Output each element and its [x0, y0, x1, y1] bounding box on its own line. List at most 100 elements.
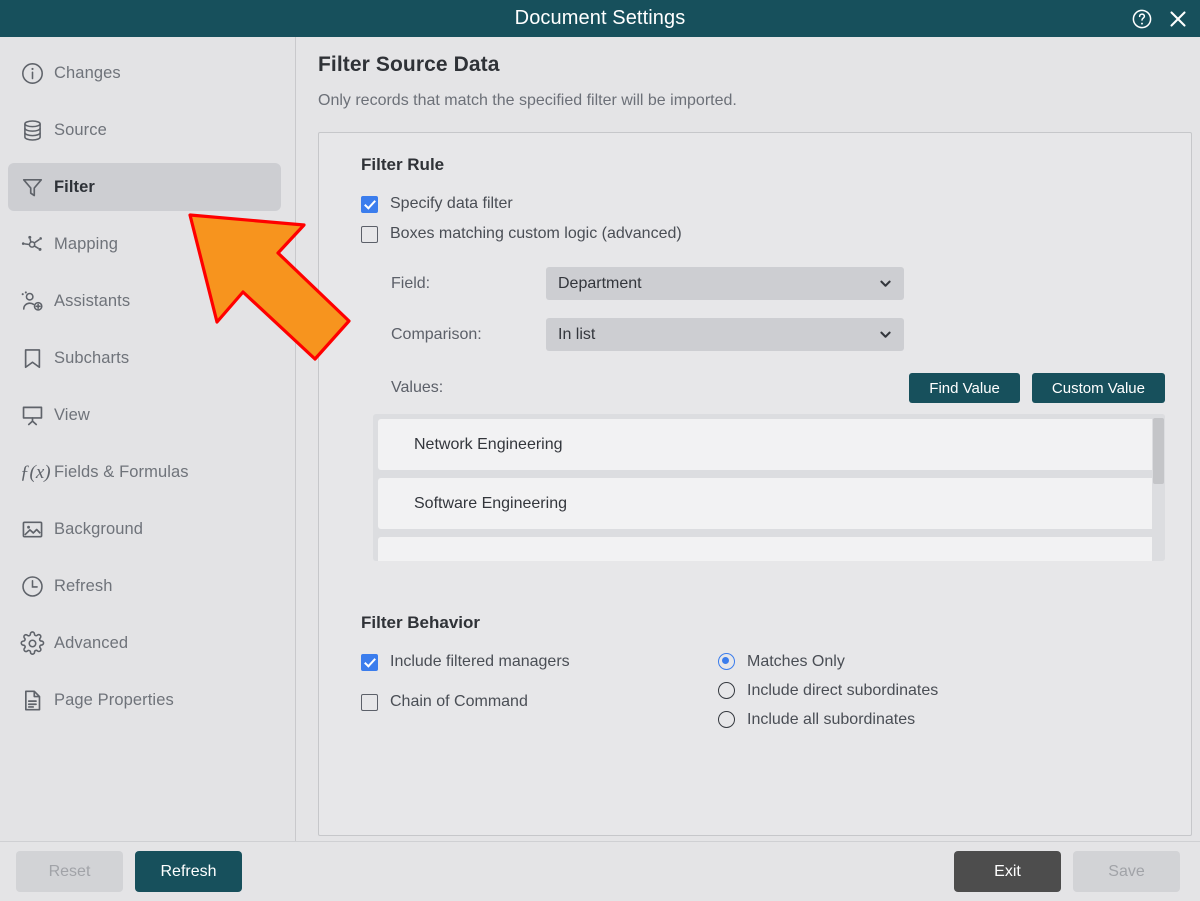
include-filtered-managers-row[interactable]: Include filtered managers [361, 647, 718, 677]
radio-include-direct-subordinates[interactable]: Include direct subordinates [718, 676, 1165, 705]
chain-of-command-checkbox[interactable] [361, 693, 378, 711]
values-list[interactable]: Network Engineering Software Engineering [373, 414, 1165, 561]
values-list-scrollbar-thumb[interactable] [1153, 418, 1164, 484]
nodes-icon [20, 232, 54, 257]
radio-include-all-subordinates[interactable]: Include all subordinates [718, 705, 1165, 734]
comparison-select[interactable]: In list [546, 318, 904, 351]
sidebar-item-label: Changes [54, 63, 121, 82]
sidebar-item-refresh[interactable]: Refresh [8, 562, 281, 610]
exit-button[interactable]: Exit [954, 851, 1061, 892]
comparison-row: Comparison: In list [361, 318, 1165, 351]
sidebar-item-changes[interactable]: Changes [8, 49, 281, 97]
specify-data-filter-checkbox-row[interactable]: Specify data filter [361, 189, 1165, 219]
image-icon [20, 517, 54, 542]
help-circle-icon[interactable] [1130, 7, 1154, 31]
radio-include-direct-subordinates-label: Include direct subordinates [747, 681, 939, 699]
sidebar-item-mapping[interactable]: Mapping [8, 220, 281, 268]
list-item[interactable]: Network Engineering [378, 419, 1160, 470]
chevron-down-icon [879, 328, 892, 341]
include-filtered-managers-label: Include filtered managers [390, 653, 570, 670]
sidebar: Changes Source Filter Mapping Assistants… [0, 37, 296, 841]
settings-panel: Filter Rule Specify data filter Boxes ma… [318, 132, 1192, 836]
sidebar-item-view[interactable]: View [8, 391, 281, 439]
custom-logic-checkbox[interactable] [361, 225, 378, 243]
save-button[interactable]: Save [1073, 851, 1180, 892]
dialog-body: Changes Source Filter Mapping Assistants… [0, 37, 1200, 841]
specify-data-filter-checkbox[interactable] [361, 195, 378, 213]
radio-include-all-subordinates-label: Include all subordinates [747, 710, 916, 728]
sidebar-item-label: Refresh [54, 576, 113, 595]
radio-include-direct-subordinates-control[interactable] [718, 682, 735, 699]
page-title: Filter Source Data [318, 53, 500, 76]
values-list-scrollbar[interactable] [1152, 414, 1165, 561]
sidebar-item-label: Page Properties [54, 690, 174, 709]
info-circle-icon [20, 61, 54, 86]
sidebar-item-background[interactable]: Background [8, 505, 281, 553]
sidebar-item-source[interactable]: Source [8, 106, 281, 154]
sidebar-item-label: Advanced [54, 633, 129, 652]
document-settings-dialog: Document Settings Changes Source Filter … [0, 0, 1200, 901]
page-subtitle: Only records that match the specified fi… [318, 92, 737, 109]
sidebar-item-fields-formulas[interactable]: ƒ(x) Fields & Formulas [8, 448, 281, 496]
chain-of-command-label: Chain of Command [390, 693, 528, 710]
dialog-footer: Reset Refresh Exit Save [0, 841, 1200, 901]
sidebar-item-label: Background [54, 519, 144, 538]
database-icon [20, 118, 54, 143]
presentation-icon [20, 403, 54, 428]
sidebar-item-label: View [54, 405, 90, 424]
include-filtered-managers-checkbox[interactable] [361, 653, 378, 671]
specify-data-filter-label: Specify data filter [390, 195, 513, 212]
sidebar-item-label: Assistants [54, 291, 131, 310]
list-item[interactable]: Software Engineering [378, 478, 1160, 529]
sidebar-item-label: Subcharts [54, 348, 130, 367]
close-icon[interactable] [1166, 7, 1190, 31]
chevron-down-icon [879, 277, 892, 290]
field-select-value: Department [558, 274, 642, 292]
clock-icon [20, 574, 54, 599]
window-buttons [1130, 0, 1190, 37]
filter-behavior-section: Filter Behavior Include filtered manager… [361, 613, 1165, 734]
window-title: Document Settings [514, 7, 686, 29]
sidebar-item-page-properties[interactable]: Page Properties [8, 676, 281, 724]
field-row: Field: Department [361, 267, 1165, 300]
comparison-label: Comparison: [391, 325, 482, 343]
radio-matches-only-label: Matches Only [747, 652, 845, 670]
refresh-button[interactable]: Refresh [135, 851, 242, 892]
filter-rule-section: Filter Rule Specify data filter Boxes ma… [361, 155, 1165, 561]
sidebar-item-assistants[interactable]: Assistants [8, 277, 281, 325]
radio-matches-only[interactable]: Matches Only [718, 647, 1165, 676]
sidebar-item-label: Mapping [54, 234, 118, 253]
reset-button[interactable]: Reset [16, 851, 123, 892]
user-add-icon [20, 289, 54, 314]
filter-behavior-columns: Include filtered managers Chain of Comma… [361, 647, 1165, 734]
sidebar-item-subcharts[interactable]: Subcharts [8, 334, 281, 382]
title-bar: Document Settings [0, 0, 1200, 37]
custom-logic-checkbox-row[interactable]: Boxes matching custom logic (advanced) [361, 219, 1165, 249]
gear-icon [20, 630, 54, 656]
comparison-select-value: In list [558, 325, 596, 343]
main-content: Filter Source Data Only records that mat… [296, 37, 1200, 841]
sidebar-item-filter[interactable]: Filter [8, 163, 281, 211]
field-label: Field: [391, 274, 431, 292]
values-row: Values: Find Value Custom Value [361, 373, 1165, 403]
filter-behavior-checkboxes: Include filtered managers Chain of Comma… [361, 647, 718, 734]
radio-include-all-subordinates-control[interactable] [718, 711, 735, 728]
document-icon [20, 688, 54, 713]
chain-of-command-row[interactable]: Chain of Command [361, 687, 718, 717]
find-value-button[interactable]: Find Value [909, 373, 1020, 403]
sidebar-item-label: Source [54, 120, 107, 139]
custom-value-button[interactable]: Custom Value [1031, 373, 1165, 403]
filter-behavior-radios: Matches Only Include direct subordinates… [718, 647, 1165, 734]
filter-behavior-title: Filter Behavior [361, 613, 481, 632]
list-item[interactable] [378, 537, 1160, 561]
field-select[interactable]: Department [546, 267, 904, 300]
custom-logic-label: Boxes matching custom logic (advanced) [390, 225, 682, 242]
radio-matches-only-control[interactable] [718, 653, 735, 670]
sidebar-item-label: Filter [54, 177, 95, 196]
sidebar-item-advanced[interactable]: Advanced [8, 619, 281, 667]
function-icon: ƒ(x) [20, 461, 51, 483]
filter-rule-title: Filter Rule [361, 155, 445, 174]
bookmark-icon [20, 346, 54, 371]
funnel-icon [20, 175, 54, 200]
sidebar-item-label: Fields & Formulas [54, 462, 189, 481]
